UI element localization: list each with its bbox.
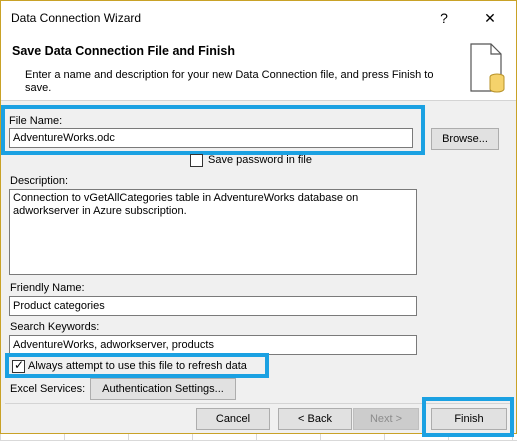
search-keywords-input[interactable]: AdventureWorks, adworkserver, products (9, 335, 417, 355)
help-button[interactable]: ? (429, 5, 459, 31)
browse-button[interactable]: Browse... (431, 128, 499, 150)
search-keywords-label: Search Keywords: (10, 321, 100, 333)
wizard-header: Save Data Connection File and Finish Ent… (1, 35, 516, 101)
data-connection-wizard-dialog: Data Connection Wizard ? ✕ Save Data Con… (0, 0, 517, 437)
excel-services-label: Excel Services: (10, 383, 86, 395)
authentication-settings-button[interactable]: Authentication Settings... (90, 378, 236, 400)
page-title: Save Data Connection File and Finish (12, 44, 235, 58)
finish-highlight (422, 397, 514, 437)
cancel-button[interactable]: Cancel (196, 408, 270, 430)
back-button[interactable]: < Back (278, 408, 352, 430)
save-password-label: Save password in file (208, 154, 312, 166)
data-connection-file-icon (470, 43, 505, 93)
friendly-name-input[interactable]: Product categories (9, 296, 417, 316)
description-label: Description: (10, 175, 69, 187)
friendly-name-label: Friendly Name: (10, 282, 85, 294)
window-title: Data Connection Wizard (11, 11, 142, 25)
always-refresh-highlight (5, 353, 269, 378)
title-bar: Data Connection Wizard ? ✕ (1, 1, 516, 35)
next-button: Next > (353, 408, 419, 430)
page-description: Enter a name and description for your ne… (25, 69, 434, 94)
save-password-checkbox[interactable] (190, 154, 203, 167)
close-button[interactable]: ✕ (475, 5, 505, 31)
description-textarea[interactable]: Connection to vGetAllCategories table in… (9, 189, 417, 275)
file-name-highlight (1, 105, 425, 155)
